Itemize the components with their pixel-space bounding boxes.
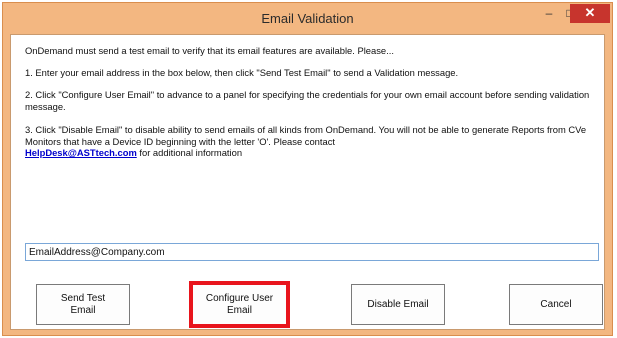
step3-suffix: for additional information xyxy=(136,147,243,158)
dialog-content: OnDemand must send a test email to verif… xyxy=(10,34,605,330)
title-bar[interactable]: Email Validation – □ ✕ xyxy=(3,3,612,33)
cancel-button[interactable]: Cancel xyxy=(509,284,603,325)
configure-user-email-label-line1: Configure User xyxy=(205,292,274,304)
send-test-email-button[interactable]: Send Test Email xyxy=(36,284,130,325)
send-test-email-label-line2: Email xyxy=(70,304,96,316)
email-address-input[interactable] xyxy=(25,243,599,261)
configure-user-email-button[interactable]: Configure User Email xyxy=(189,281,290,328)
intro-text: OnDemand must send a test email to verif… xyxy=(25,45,394,56)
helpdesk-email-link[interactable]: HelpDesk@ASTtech.com xyxy=(25,147,137,158)
minimize-icon[interactable]: – xyxy=(539,4,559,23)
email-validation-window: Email Validation – □ ✕ OnDemand must sen… xyxy=(2,2,613,336)
send-test-email-label-line1: Send Test xyxy=(60,292,106,304)
step3-paragraph: 3. Click "Disable Email" to disable abil… xyxy=(25,124,599,159)
step3-text: 3. Click "Disable Email" to disable abil… xyxy=(25,124,587,147)
step2-text: 2. Click "Configure User Email" to advan… xyxy=(25,89,590,112)
close-icon[interactable]: ✕ xyxy=(570,4,610,23)
step1-text: 1. Enter your email address in the box b… xyxy=(25,67,459,78)
window-title: Email Validation xyxy=(261,11,354,26)
configure-user-email-label-line2: Email xyxy=(226,304,252,316)
disable-email-button[interactable]: Disable Email xyxy=(351,284,445,325)
